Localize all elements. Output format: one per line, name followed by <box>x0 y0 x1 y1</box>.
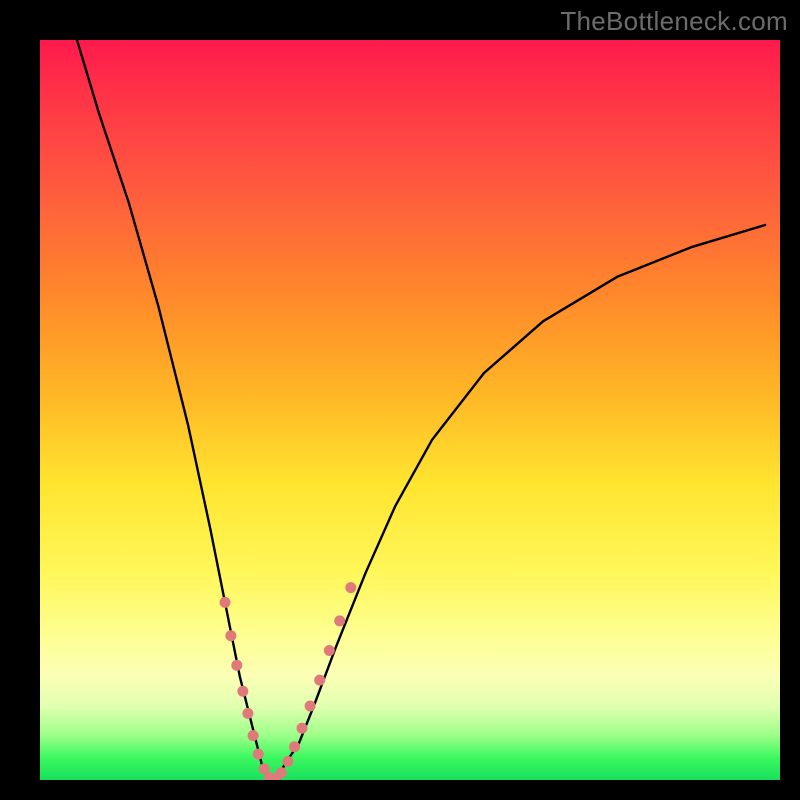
sample-point <box>276 767 287 778</box>
sample-point <box>345 582 356 593</box>
bottleneck-curve <box>77 40 765 780</box>
sample-point <box>248 730 259 741</box>
sample-point <box>282 756 293 767</box>
chart-frame: TheBottleneck.com <box>0 0 800 800</box>
sample-point <box>253 749 264 760</box>
watermark-text: TheBottleneck.com <box>560 6 788 37</box>
sample-point <box>225 630 236 641</box>
sample-point <box>334 615 345 626</box>
sample-point <box>324 645 335 656</box>
sample-point <box>220 597 231 608</box>
sample-point <box>289 741 300 752</box>
sample-point <box>314 675 325 686</box>
sample-point <box>231 660 242 671</box>
sample-point <box>297 723 308 734</box>
sample-point <box>237 686 248 697</box>
sample-point <box>242 708 253 719</box>
chart-overlay <box>40 40 780 780</box>
sample-point <box>305 701 316 712</box>
plot-area <box>40 40 780 780</box>
